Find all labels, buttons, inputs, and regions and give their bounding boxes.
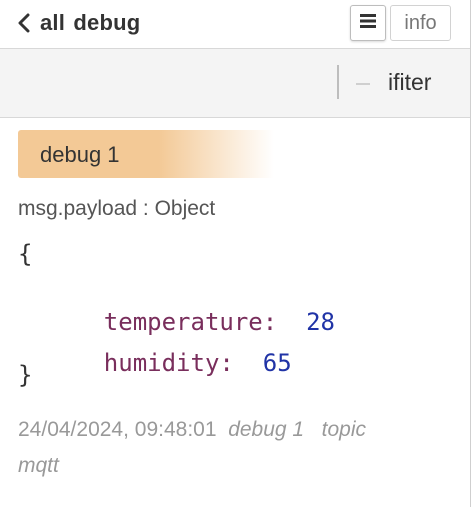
toolbar-dash xyxy=(356,83,370,85)
message-topic-value: mqtt xyxy=(18,454,59,477)
message-timestamp: 24/04/2024, 09:48:01 xyxy=(18,418,217,441)
debug-header: all debug info xyxy=(0,0,470,49)
info-tab-button[interactable]: info xyxy=(390,5,451,41)
message-type-line[interactable]: msg.payload : Object xyxy=(18,197,215,221)
hamburger-menu-icon xyxy=(360,13,376,33)
message-metadata: 24/04/2024, 09:48:01 debug 1 topic mqtt xyxy=(18,412,458,484)
toolbar-divider xyxy=(337,65,339,99)
chevron-left-icon xyxy=(18,13,30,33)
debug-toolbar: ifiter xyxy=(0,49,470,118)
object-close-brace: } xyxy=(18,361,33,389)
payload-field-value: 65 xyxy=(262,349,292,377)
menu-button[interactable] xyxy=(350,5,386,41)
payload-field-row: humidity: 65 xyxy=(46,321,292,405)
payload-field-value: 28 xyxy=(306,308,335,336)
header-title: all debug xyxy=(40,10,141,35)
message-topic-label: topic xyxy=(321,418,366,441)
message-source-badge[interactable]: debug 1 xyxy=(18,130,274,178)
payload-field-key: humidity: xyxy=(103,349,234,377)
debug-sidebar-panel: all debug info ifiter debug 1 msg.payloa… xyxy=(0,0,471,507)
object-open-brace: { xyxy=(18,240,33,268)
message-source-label: debug 1 xyxy=(40,142,120,167)
filter-button[interactable]: ifiter xyxy=(388,69,431,96)
back-to-all-button[interactable]: all debug xyxy=(18,8,140,38)
message-node-name[interactable]: debug 1 xyxy=(228,418,304,441)
